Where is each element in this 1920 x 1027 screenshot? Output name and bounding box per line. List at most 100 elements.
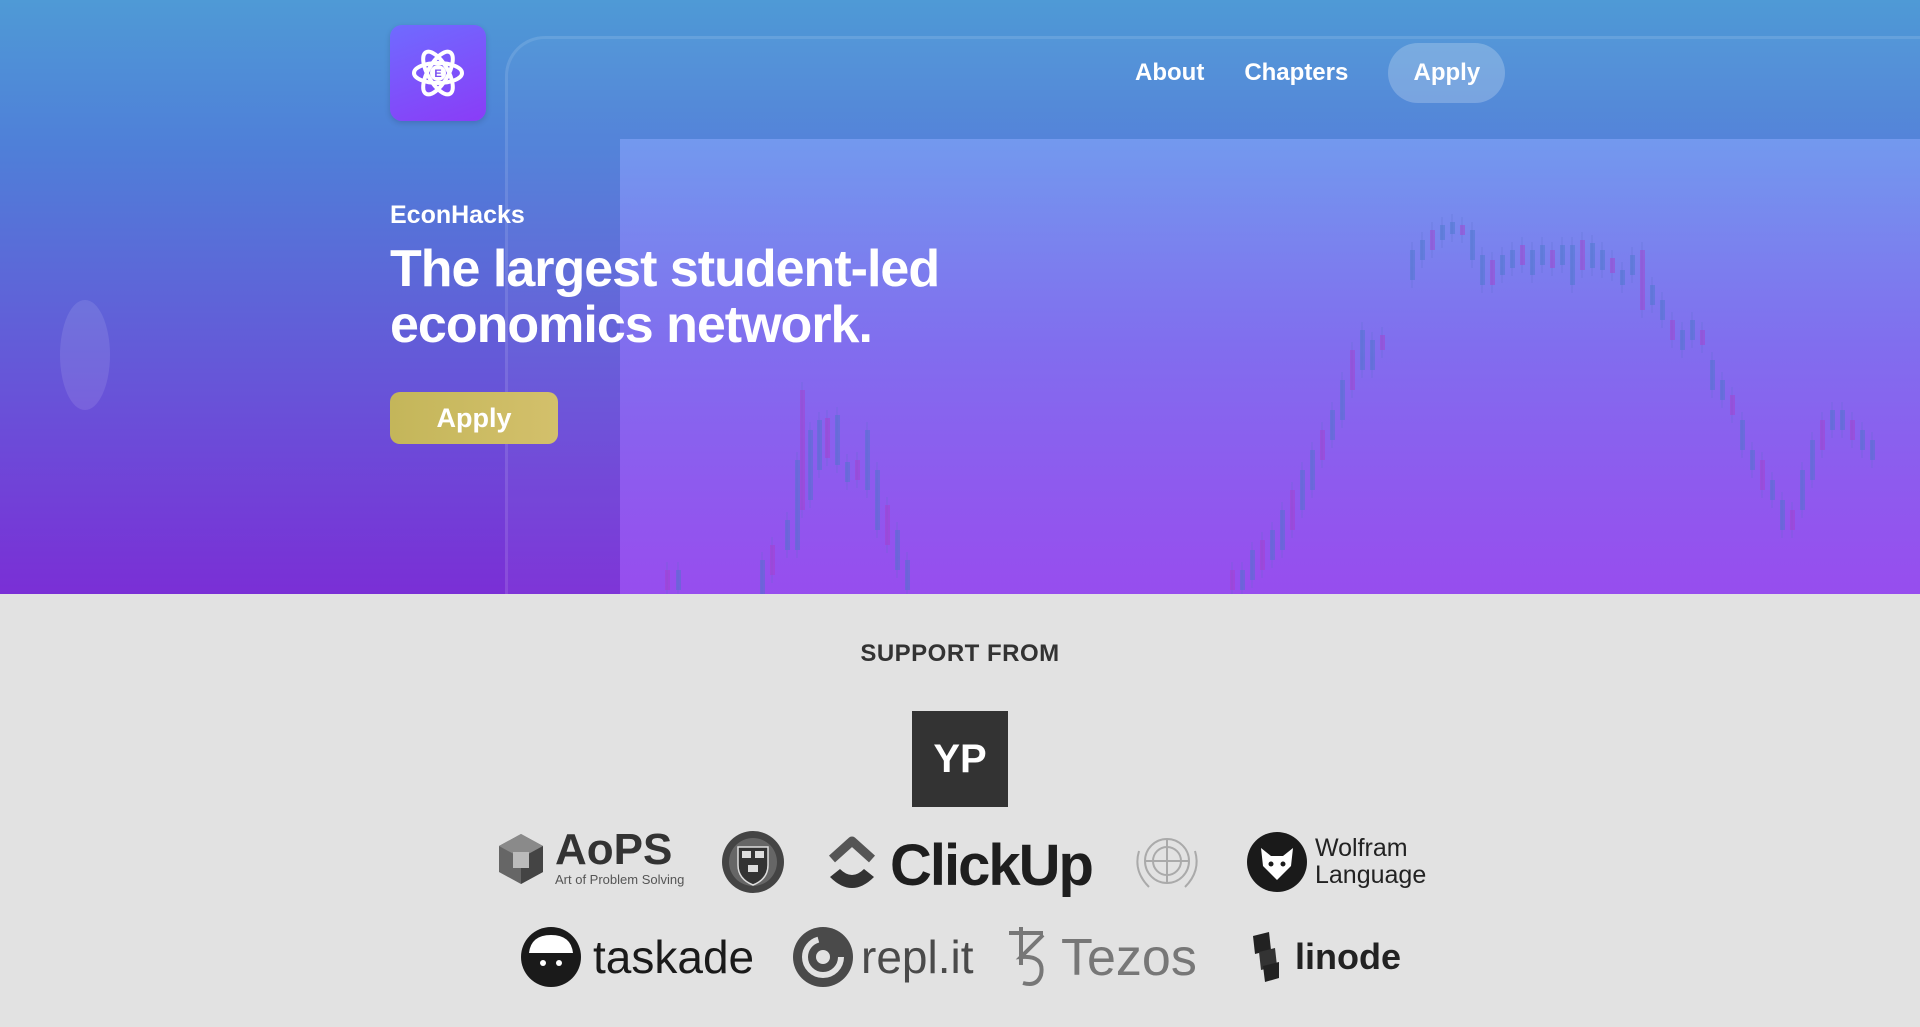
candle-body — [1660, 300, 1665, 320]
aops-logo[interactable]: AoPS Art of Problem Solving — [497, 825, 685, 887]
top-nav: About Chapters Apply — [1135, 43, 1506, 103]
candle-body — [1250, 550, 1255, 580]
candle-body — [1430, 230, 1435, 250]
candle-body — [1670, 320, 1675, 340]
candle-body — [1640, 250, 1645, 310]
wolfram-logo[interactable]: Wolfram Language — [1245, 830, 1426, 894]
candle-body — [1790, 510, 1795, 530]
linode-wordmark: linode — [1295, 936, 1401, 977]
tezos-logo[interactable]: Tezos — [1001, 925, 1197, 991]
candle-body — [760, 560, 765, 594]
candle-body — [770, 545, 775, 575]
candle-body — [1850, 420, 1855, 440]
site-logo[interactable]: E — [390, 25, 486, 121]
candle-body — [865, 430, 870, 490]
candle-body — [1470, 230, 1475, 260]
un-logo[interactable] — [1129, 831, 1205, 895]
clickup-logo[interactable]: ClickUp — [826, 832, 1094, 899]
candle-body — [1420, 240, 1425, 260]
candle-body — [1410, 250, 1415, 280]
candle-body — [1800, 470, 1805, 510]
taskade-logo[interactable]: taskade — [519, 925, 754, 989]
replit-swirl-icon — [793, 927, 853, 987]
candle-body — [1350, 350, 1355, 390]
nav-chapters-link[interactable]: Chapters — [1244, 59, 1348, 87]
brand-name: EconHacks — [390, 201, 525, 229]
headline-line-1: The largest student-led — [390, 240, 940, 298]
candle-body — [800, 390, 805, 510]
tezos-symbol-icon — [1009, 927, 1045, 986]
harvard-logo[interactable] — [720, 829, 786, 895]
candle-body — [1520, 245, 1525, 265]
clickup-chevron-icon — [828, 836, 876, 888]
candle-body — [1370, 340, 1375, 370]
candle-body — [1460, 225, 1465, 235]
candle-body — [1580, 240, 1585, 270]
linode-logo[interactable]: linode — [1249, 932, 1401, 982]
candle-body — [1480, 255, 1485, 285]
candle-body — [1510, 250, 1515, 268]
candle-body — [1340, 380, 1345, 420]
candle-body — [845, 462, 850, 482]
candle-body — [885, 505, 890, 545]
candle-body — [785, 520, 790, 550]
candle-body — [1240, 570, 1245, 590]
tezos-wordmark: Tezos — [1061, 929, 1197, 987]
candle-body — [1690, 320, 1695, 340]
candle-body — [855, 460, 860, 480]
nav-apply-button[interactable]: Apply — [1388, 43, 1506, 103]
candle-body — [1630, 255, 1635, 275]
replit-logo[interactable]: repl.it — [791, 925, 973, 989]
candle-body — [1560, 245, 1565, 265]
candle-body — [1600, 250, 1605, 270]
wolfram-wordmark-line2: Language — [1315, 861, 1427, 889]
candle-body — [1810, 440, 1815, 480]
wolfram-wolf-icon — [1247, 832, 1307, 892]
candle-body — [1720, 380, 1725, 400]
candle-body — [1770, 480, 1775, 500]
candle-body — [1550, 250, 1555, 268]
candle-body — [1750, 450, 1755, 470]
candle-body — [1540, 245, 1545, 265]
candle-body — [1710, 360, 1715, 390]
candle-body — [1450, 222, 1455, 234]
candle-body — [1730, 395, 1735, 415]
candle-body — [1610, 258, 1615, 273]
candle-body — [1360, 330, 1365, 370]
candle-body — [1380, 335, 1385, 350]
nav-about-link[interactable]: About — [1135, 59, 1204, 87]
hero-apply-button[interactable]: Apply — [390, 392, 558, 444]
candle-body — [1830, 410, 1835, 430]
candle-body — [1260, 540, 1265, 570]
candle-body — [817, 420, 822, 470]
candle-body — [835, 415, 840, 465]
candle-body — [1590, 243, 1595, 268]
atom-logo-icon: E — [412, 49, 464, 97]
candle-body — [1310, 450, 1315, 490]
headline-line-2: economics network. — [390, 296, 873, 354]
taskade-face-icon — [521, 927, 581, 987]
replit-wordmark: repl.it — [861, 931, 974, 983]
aops-cube-icon — [499, 833, 543, 884]
candle-body — [1320, 430, 1325, 460]
candle-body — [1330, 410, 1335, 440]
harvard-shield-icon — [722, 831, 784, 893]
aops-tagline: Art of Problem Solving — [555, 872, 685, 887]
un-emblem-icon — [1136, 838, 1198, 888]
yp-logo[interactable]: YP — [912, 711, 1008, 807]
candle-body — [825, 418, 830, 458]
candle-body — [1620, 270, 1625, 285]
candle-body — [1680, 330, 1685, 350]
candle-body — [1270, 530, 1275, 560]
candle-body — [808, 430, 813, 500]
candle-body — [1650, 285, 1655, 305]
candle-body — [895, 530, 900, 570]
candle-body — [1440, 225, 1445, 240]
candle-body — [1840, 410, 1845, 430]
candle-body — [1230, 570, 1235, 590]
aops-wordmark: AoPS — [555, 825, 673, 874]
linode-cube-icon — [1253, 932, 1279, 982]
candle-body — [1820, 420, 1825, 450]
candle-body — [905, 560, 910, 590]
candle-body — [1780, 500, 1785, 530]
